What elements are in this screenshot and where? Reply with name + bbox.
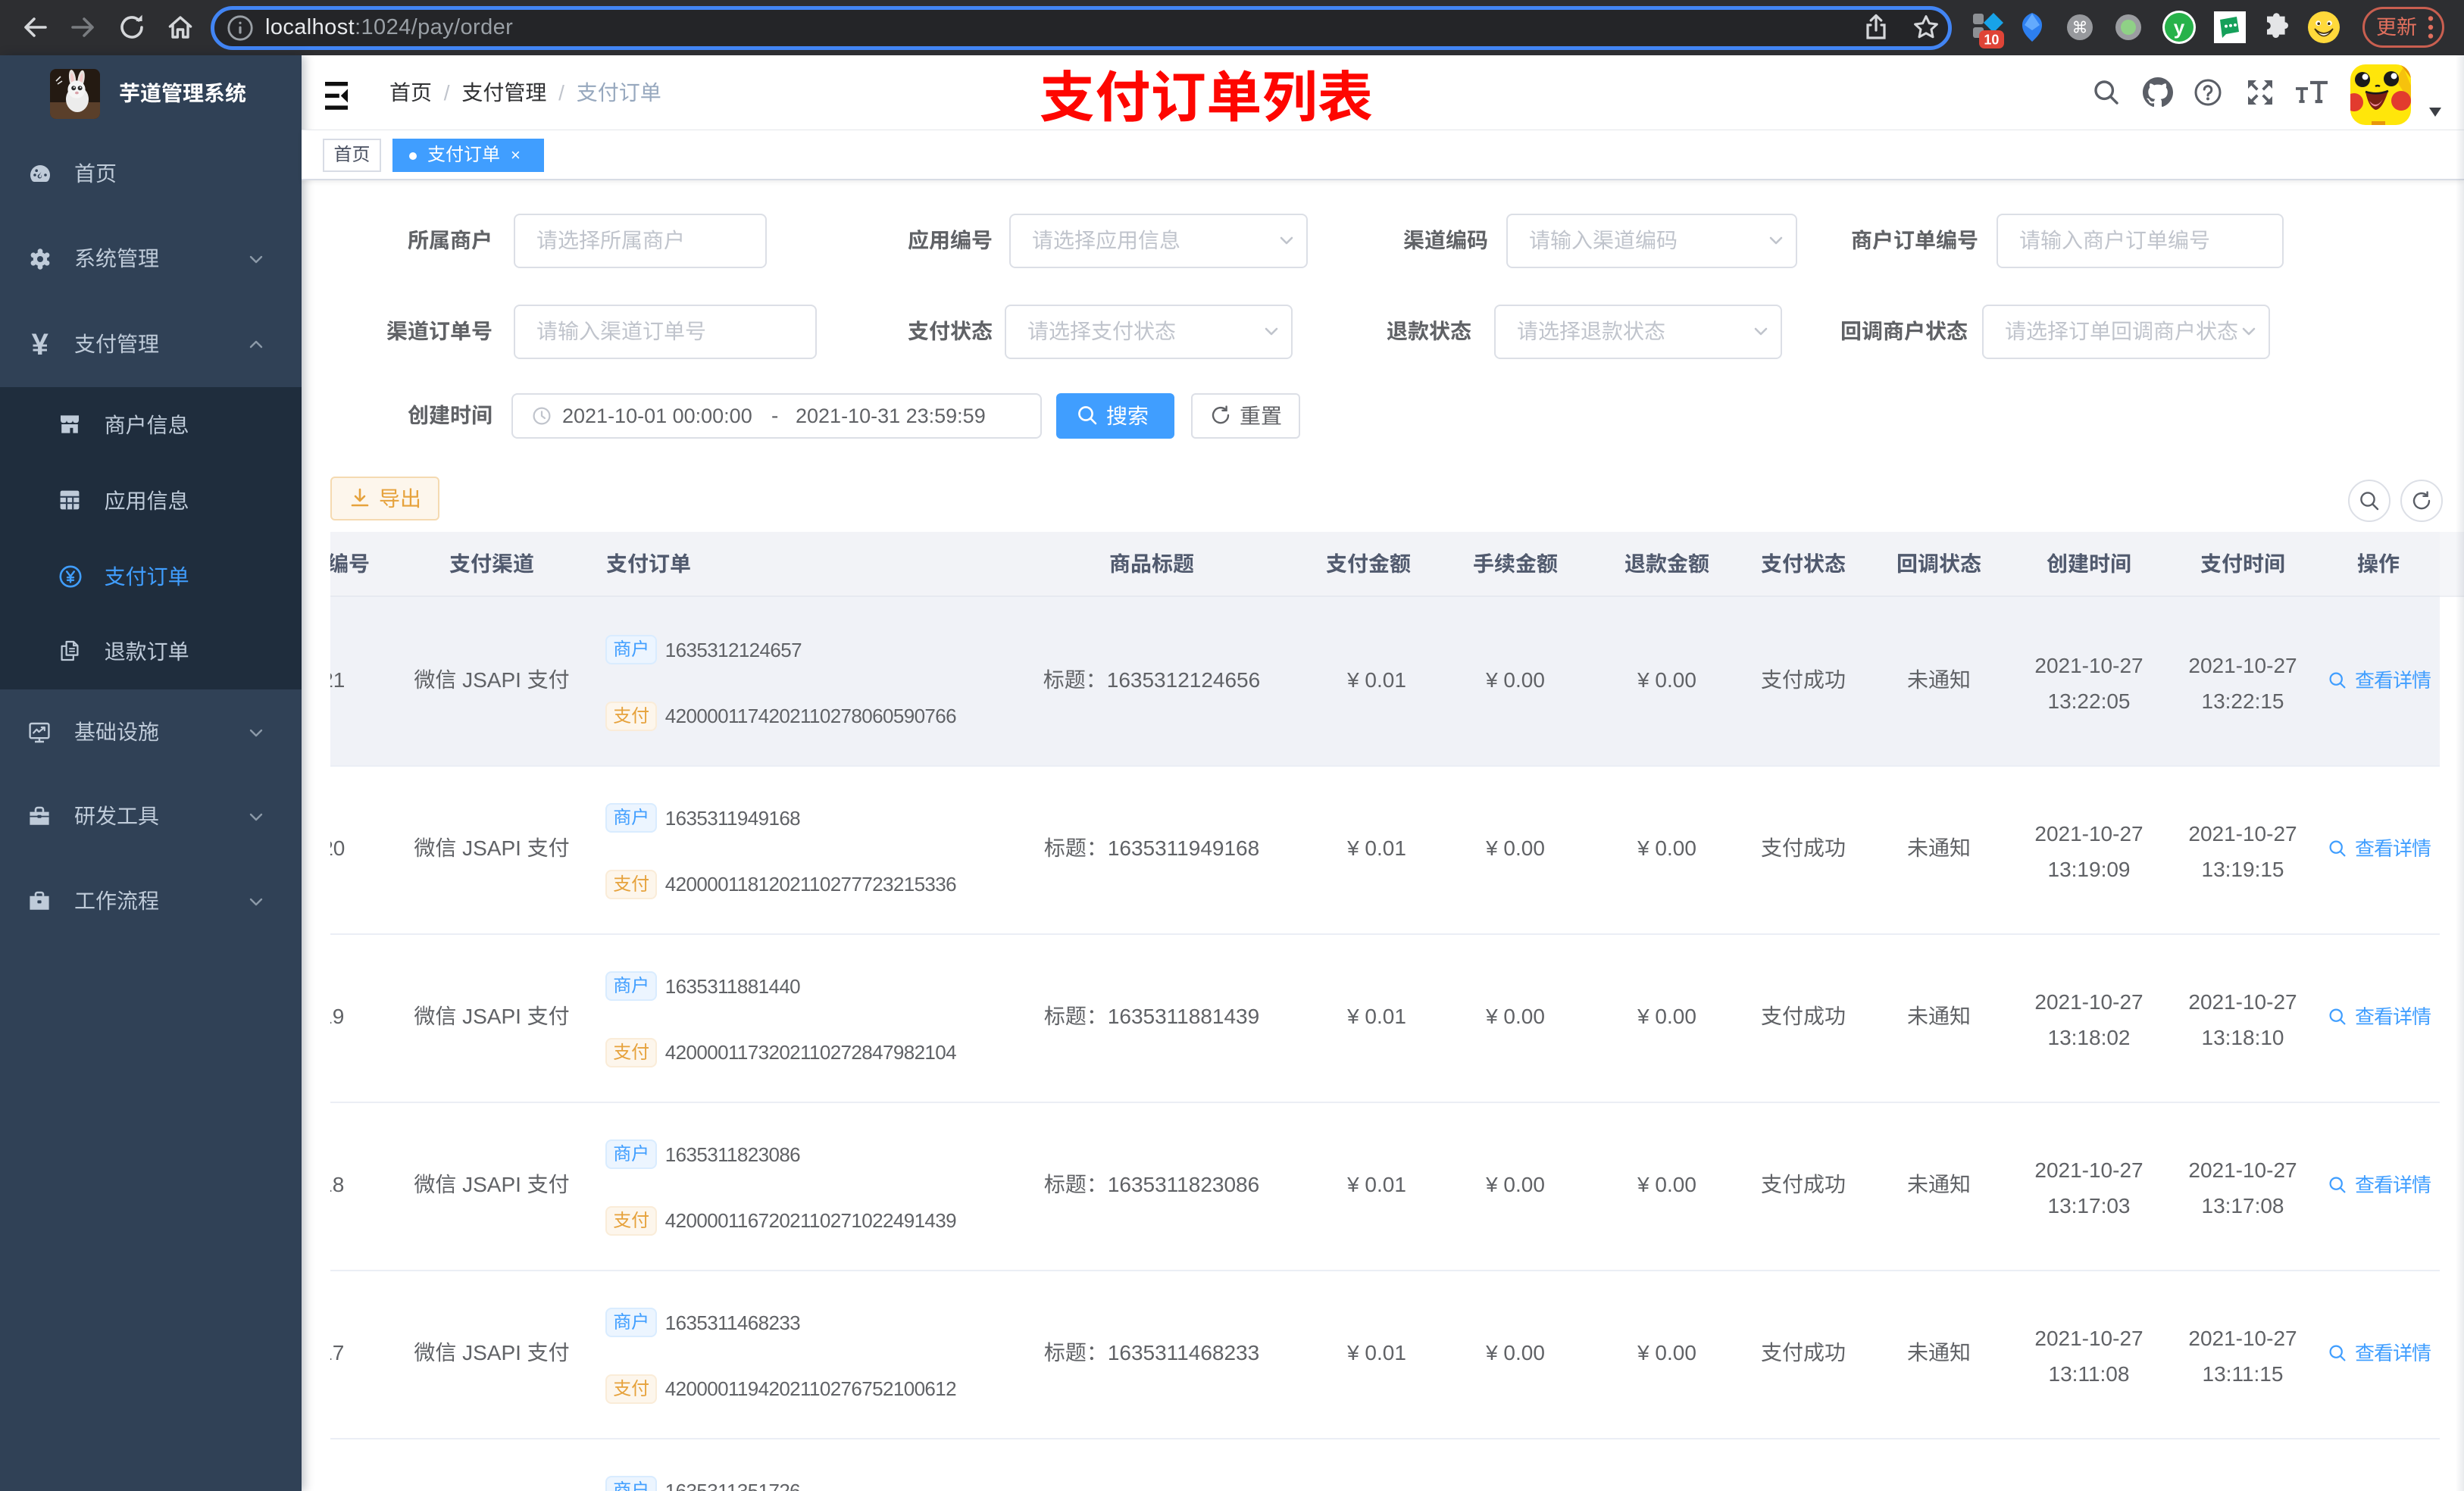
svg-text:⌘: ⌘ (2072, 20, 2088, 37)
svg-text:10: 10 (1984, 33, 1999, 48)
svg-text:y: y (2174, 16, 2185, 39)
